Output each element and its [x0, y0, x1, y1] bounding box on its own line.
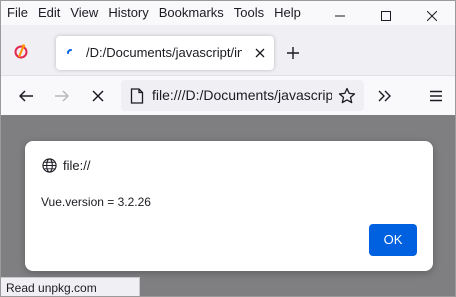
maximize-button[interactable]: [363, 1, 409, 31]
menu-view[interactable]: View: [65, 1, 103, 25]
menu-bookmarks[interactable]: Bookmarks: [154, 1, 229, 25]
tab-active[interactable]: /D:/Documents/javascript/ind: [56, 36, 274, 70]
status-bar: Read unpkg.com: [1, 277, 140, 296]
loading-spinner-icon: [67, 49, 72, 54]
page-icon: [130, 88, 144, 104]
back-arrow-icon[interactable]: [17, 87, 35, 105]
forward-arrow-icon[interactable]: [53, 87, 71, 105]
navigation-toolbar: file:///D:/Documents/javascript/: [1, 75, 455, 115]
tab-close-icon[interactable]: [254, 47, 266, 59]
menu-help[interactable]: Help: [269, 1, 306, 25]
minimize-icon: [335, 15, 345, 17]
close-window-button[interactable]: [409, 1, 455, 31]
tab-title: /D:/Documents/javascript/ind: [86, 45, 242, 60]
url-bar[interactable]: file:///D:/Documents/javascript/: [121, 80, 364, 111]
close-icon: [427, 11, 437, 21]
bookmark-star-icon[interactable]: [338, 87, 356, 105]
tab-strip: /D:/Documents/javascript/ind: [1, 31, 455, 75]
alert-dialog: file:// Vue.version = 3.2.26 OK: [25, 141, 433, 271]
menu-tools[interactable]: Tools: [229, 1, 269, 25]
menu-history[interactable]: History: [103, 1, 153, 25]
maximize-icon: [381, 11, 391, 21]
overflow-chevron-icon[interactable]: [376, 87, 394, 105]
firefox-logo-icon: [14, 44, 28, 59]
new-tab-icon[interactable]: [284, 44, 302, 62]
dialog-message: Vue.version = 3.2.26: [41, 195, 151, 209]
minimize-button[interactable]: [317, 1, 363, 31]
page-content-overlay: file:// Vue.version = 3.2.26 OK: [1, 115, 455, 296]
globe-icon: [42, 158, 57, 173]
stop-icon[interactable]: [89, 87, 107, 105]
url-text: file:///D:/Documents/javascript/: [152, 87, 332, 103]
dialog-origin: file://: [63, 158, 91, 173]
hamburger-menu-icon[interactable]: [427, 87, 445, 105]
menu-edit[interactable]: Edit: [33, 1, 65, 25]
browser-window: File Edit View History Bookmarks Tools H…: [0, 0, 456, 297]
window-controls: [317, 1, 455, 31]
menu-file[interactable]: File: [1, 1, 33, 25]
ok-button[interactable]: OK: [369, 224, 417, 256]
